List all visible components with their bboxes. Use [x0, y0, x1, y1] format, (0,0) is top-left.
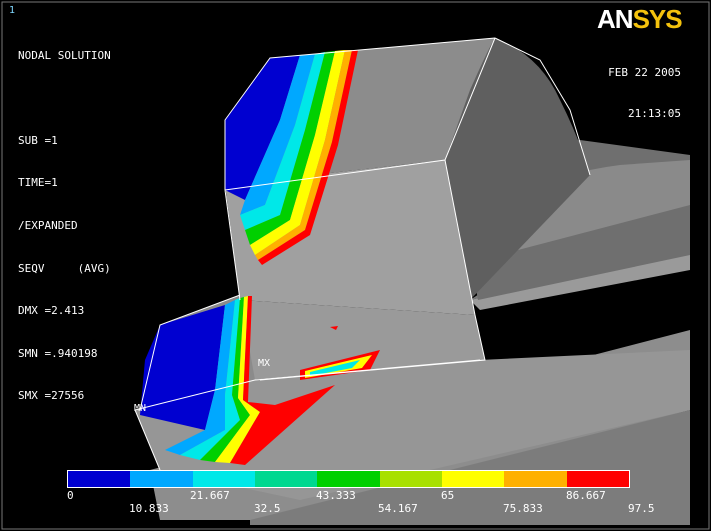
legend-tick-bottom: 97.5	[628, 502, 655, 515]
time-label: 21:13:05	[628, 107, 681, 121]
info-line: SEQV (AVG)	[18, 261, 111, 275]
legend-tick-top: 0	[67, 489, 74, 502]
legend-tick-top: 65	[441, 489, 455, 502]
legend-swatch	[379, 471, 442, 487]
legend-tick-bottom: 54.167	[378, 502, 418, 515]
contour-legend	[67, 470, 630, 488]
legend-swatch	[130, 471, 193, 487]
window-number: 1	[9, 5, 16, 16]
legend-tick-bottom: 10.833	[129, 502, 169, 515]
info-line: NODAL SOLUTION	[18, 48, 111, 62]
legend-swatch	[68, 471, 131, 487]
legend-swatch	[504, 471, 567, 487]
info-line: DMX =2.413	[18, 304, 85, 318]
logo-part-sys: SYS	[632, 4, 683, 34]
info-line: TIME=1	[18, 176, 58, 190]
legend-tick-top: 21.667	[190, 489, 230, 502]
info-line: SMN =.940198	[18, 346, 98, 360]
max-marker: MX	[258, 358, 271, 369]
legend-swatch	[317, 471, 380, 487]
legend-swatch	[254, 471, 318, 487]
ansys-logo: ANSYS	[597, 4, 683, 35]
date-label: FEB 22 2005	[608, 65, 681, 79]
legend-swatch	[566, 471, 629, 487]
legend-swatch	[192, 471, 255, 487]
solution-info: NODAL SOLUTION SUB =1 TIME=1 /EXPANDED S…	[18, 21, 111, 432]
legend-tick-bottom: 75.833	[503, 502, 543, 515]
legend-swatch	[441, 471, 505, 487]
graphics-window[interactable]: 1 ANSYS NODAL SOLUTION SUB =1 TIME=1 /EX…	[0, 0, 711, 531]
info-line: /EXPANDED	[18, 218, 78, 232]
min-marker: MN	[134, 403, 147, 414]
legend-tick-top: 86.667	[566, 489, 606, 502]
info-line: SUB =1	[18, 133, 58, 147]
legend-tick-bottom: 32.5	[254, 502, 281, 515]
legend-tick-top: 43.333	[316, 489, 356, 502]
info-line: SMX =27556	[18, 389, 85, 403]
info-line	[18, 91, 111, 106]
date-time: FEB 22 2005 21:13:05	[608, 38, 681, 149]
logo-part-an: AN	[597, 4, 634, 34]
